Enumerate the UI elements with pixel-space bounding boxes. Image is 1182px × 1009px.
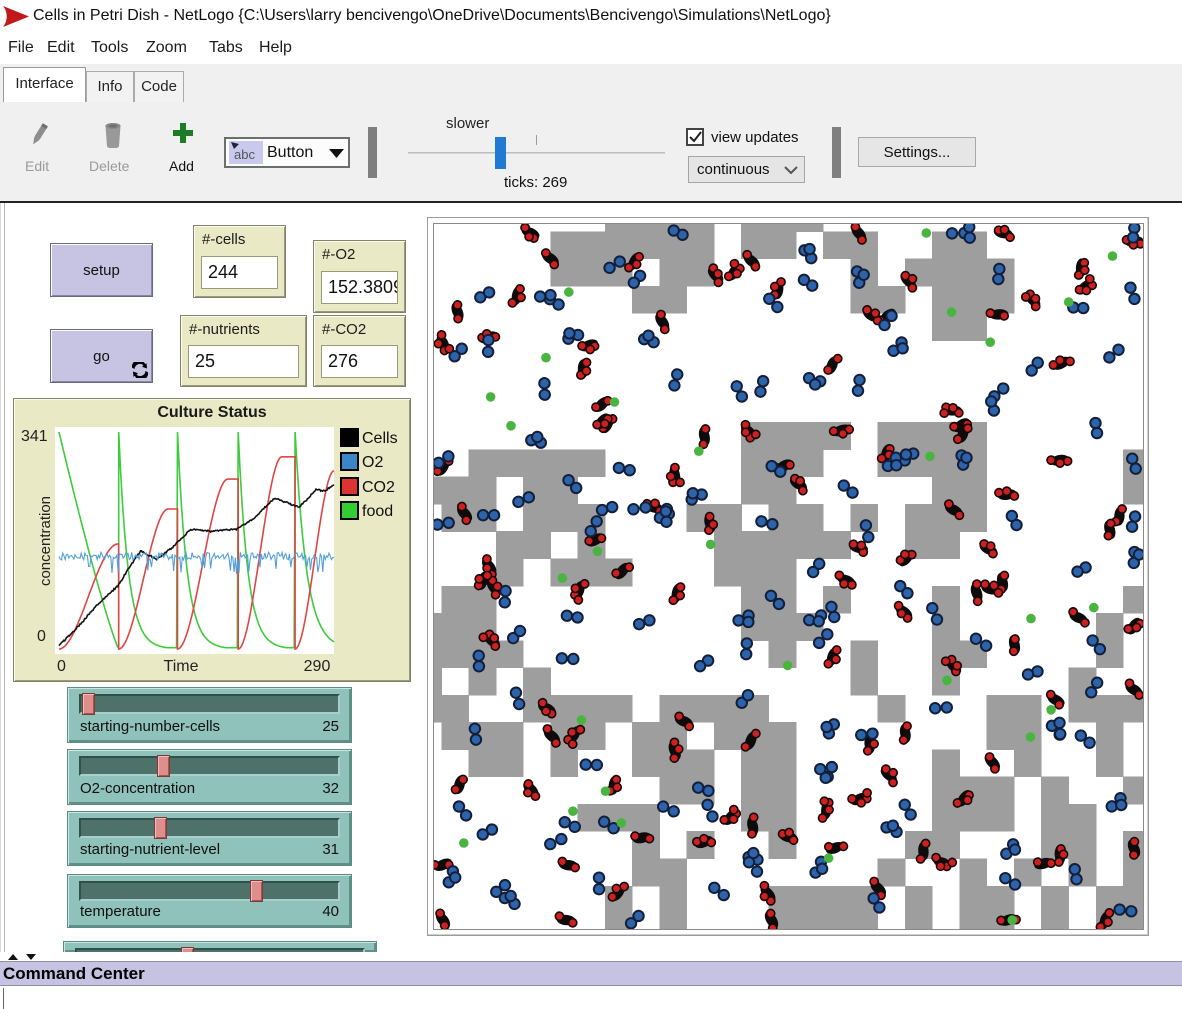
svg-text:290: 290	[304, 658, 331, 675]
svg-text:341: 341	[21, 428, 48, 445]
svg-text:concentration: concentration	[37, 496, 54, 586]
svg-text:Time: Time	[164, 658, 199, 675]
svg-text:0: 0	[57, 658, 66, 675]
svg-text:CO2: CO2	[362, 479, 395, 496]
svg-text:O2: O2	[362, 454, 383, 471]
svg-text:Cells: Cells	[362, 430, 398, 447]
svg-text:food: food	[362, 503, 393, 520]
svg-text:0: 0	[37, 628, 46, 645]
